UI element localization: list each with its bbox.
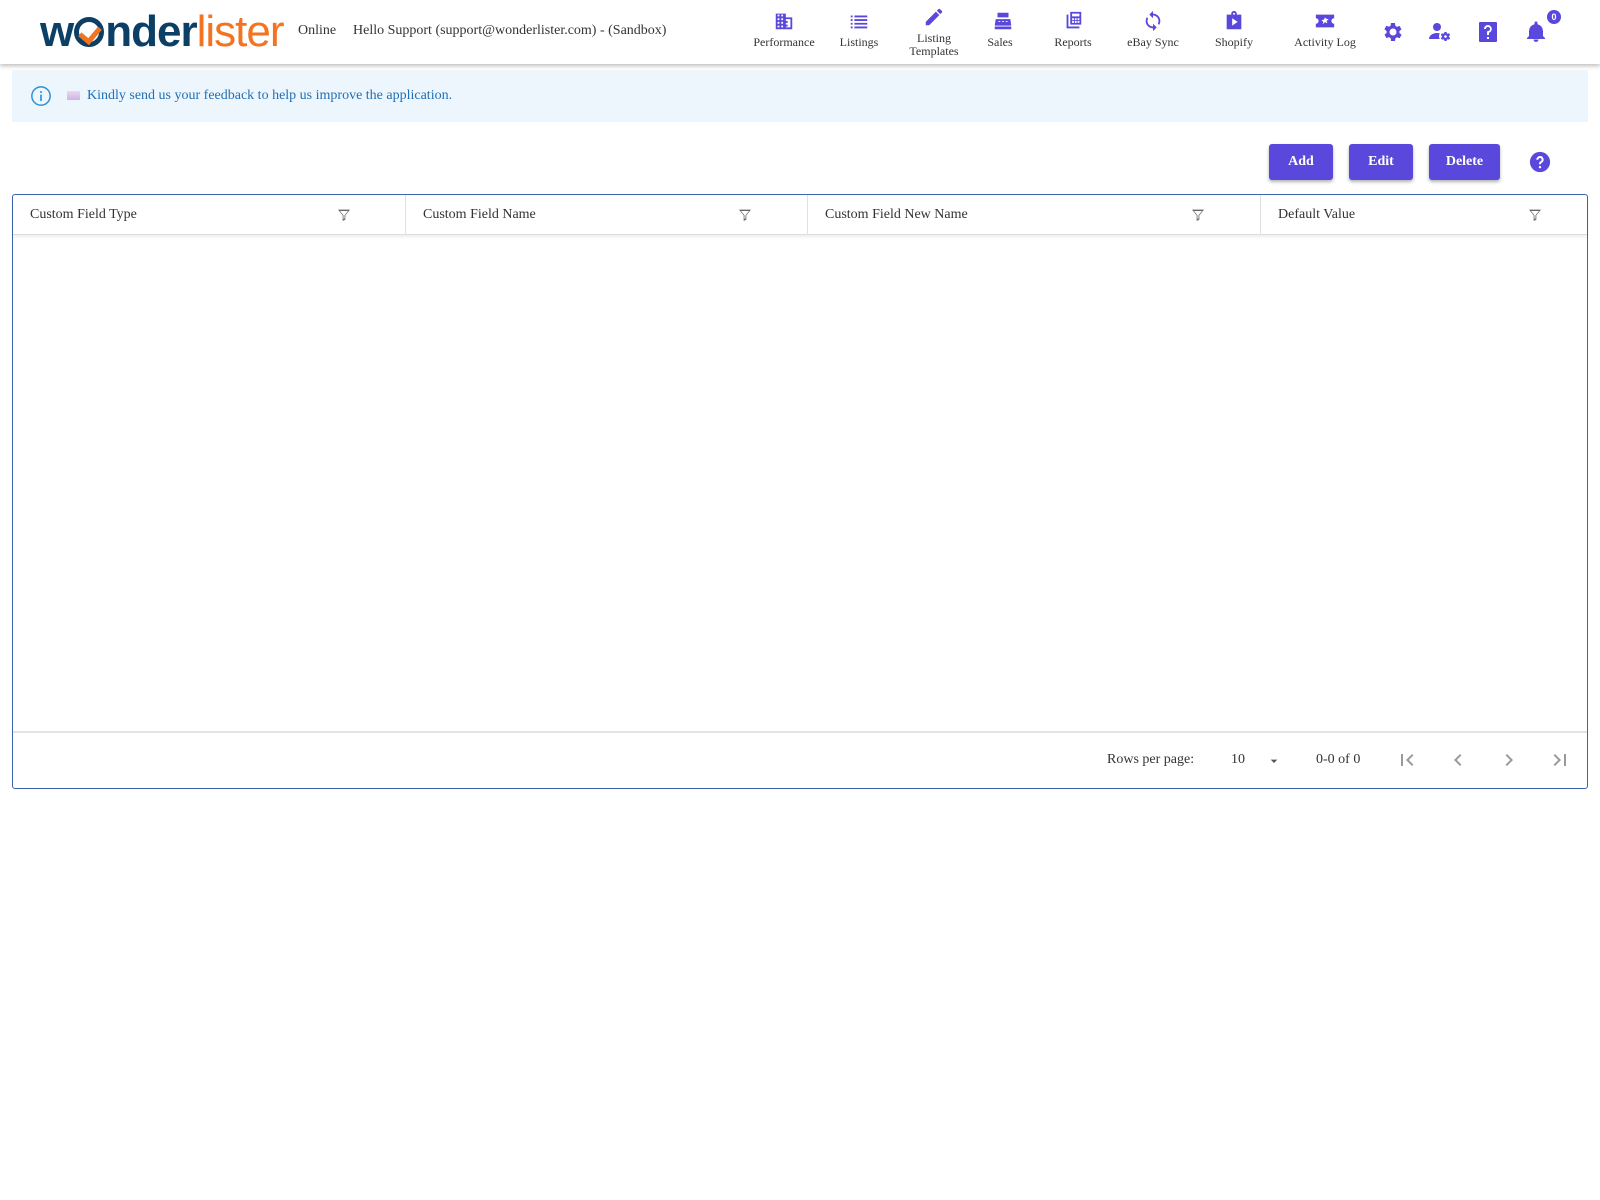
feedback-flag-icon [67, 91, 80, 100]
feedback-message-link[interactable]: Kindly send us your feedback to help us … [87, 88, 452, 104]
column-header-custom-field-type[interactable]: Custom Field Type [13, 195, 406, 235]
dropdown-caret-icon[interactable] [1266, 753, 1282, 769]
nav-listings[interactable]: Listings [836, 10, 882, 49]
user-settings-icon[interactable] [1428, 20, 1452, 44]
nav-listing-templates[interactable]: Listing Templates [906, 6, 962, 58]
feedback-banner: Kindly send us your feedback to help us … [12, 70, 1588, 122]
filter-icon[interactable] [1527, 207, 1543, 223]
nav-ebay-sync[interactable]: eBay Sync [1126, 10, 1180, 49]
notification-count-badge: 0 [1547, 10, 1561, 24]
filter-icon[interactable] [737, 207, 753, 223]
top-header: w nderlister Online Hello Support (suppor… [0, 0, 1600, 64]
help-circle-icon[interactable] [1529, 151, 1551, 173]
nav-performance-label: Performance [753, 35, 815, 49]
ticket-star-icon [1314, 10, 1336, 32]
nav-listing-templates-label-1: Listing [916, 31, 951, 45]
logo-text-lister: lister [196, 7, 285, 56]
add-button[interactable]: Add [1269, 144, 1333, 180]
settings-gear-icon[interactable] [1380, 20, 1404, 44]
info-icon [31, 86, 51, 106]
nav-listings-label: Listings [839, 35, 879, 49]
user-greeting: Hello Support (support@wonderlister.com)… [353, 23, 667, 38]
list-icon [848, 10, 870, 32]
rows-per-page-select[interactable]: 10 [1231, 752, 1245, 768]
column-label: Custom Field Type [30, 207, 137, 222]
table-header: Custom Field Type Custom Field Name Cust… [13, 195, 1587, 235]
edit-button[interactable]: Edit [1349, 144, 1413, 180]
filter-icon[interactable] [1190, 207, 1206, 223]
column-header-default-value[interactable]: Default Value [1261, 195, 1587, 235]
filter-icon[interactable] [336, 207, 352, 223]
delete-button[interactable]: Delete [1429, 144, 1500, 180]
nav-activity-log-label: Activity Log [1294, 35, 1356, 49]
wonderlister-logo[interactable]: w nderlister [40, 10, 284, 54]
next-page-icon[interactable] [1497, 748, 1521, 772]
table-body-empty [13, 236, 1587, 726]
nav-reports-label: Reports [1054, 35, 1092, 49]
pagination-range: 0-0 of 0 [1316, 752, 1361, 767]
building-icon [773, 10, 795, 32]
nav-reports[interactable]: Reports [1050, 10, 1096, 49]
column-label: Custom Field Name [423, 207, 536, 222]
pencil-icon [923, 6, 945, 28]
custom-fields-table: Custom Field Type Custom Field Name Cust… [12, 194, 1588, 789]
column-label: Default Value [1278, 207, 1356, 222]
nav-sales[interactable]: Sales [980, 10, 1020, 49]
logo-check-icon [74, 17, 105, 47]
nav-shopify-label: Shopify [1214, 35, 1253, 49]
last-page-icon[interactable] [1548, 748, 1572, 772]
nav-activity-log[interactable]: Activity Log [1292, 10, 1358, 49]
cash-register-icon [992, 10, 1014, 32]
column-label: Custom Field New Name [825, 207, 968, 222]
previous-page-icon[interactable] [1446, 748, 1470, 772]
nav-shopify[interactable]: Shopify [1212, 10, 1256, 49]
nav-sales-label: Sales [987, 35, 1013, 49]
notification-bell-icon[interactable] [1524, 20, 1548, 44]
first-page-icon[interactable] [1395, 748, 1419, 772]
sync-icon [1142, 10, 1164, 32]
nav-ebay-sync-label: eBay Sync [1127, 35, 1179, 49]
column-header-custom-field-name[interactable]: Custom Field Name [406, 195, 808, 235]
calculator-icon [1062, 10, 1084, 32]
nav-performance[interactable]: Performance [752, 10, 816, 49]
column-header-custom-field-new-name[interactable]: Custom Field New Name [808, 195, 1261, 235]
shopify-bag-icon [1223, 10, 1245, 32]
logo-text-nder: nder [105, 7, 197, 56]
nav-listing-templates-label-2: Templates [909, 44, 959, 58]
logo-text-w: w [40, 7, 74, 56]
connection-status: Online [298, 23, 337, 38]
help-question-box-icon[interactable] [1476, 20, 1500, 44]
rows-per-page-label: Rows per page: [1107, 752, 1195, 767]
table-pagination: Rows per page: 10 0-0 of 0 [13, 731, 1587, 788]
